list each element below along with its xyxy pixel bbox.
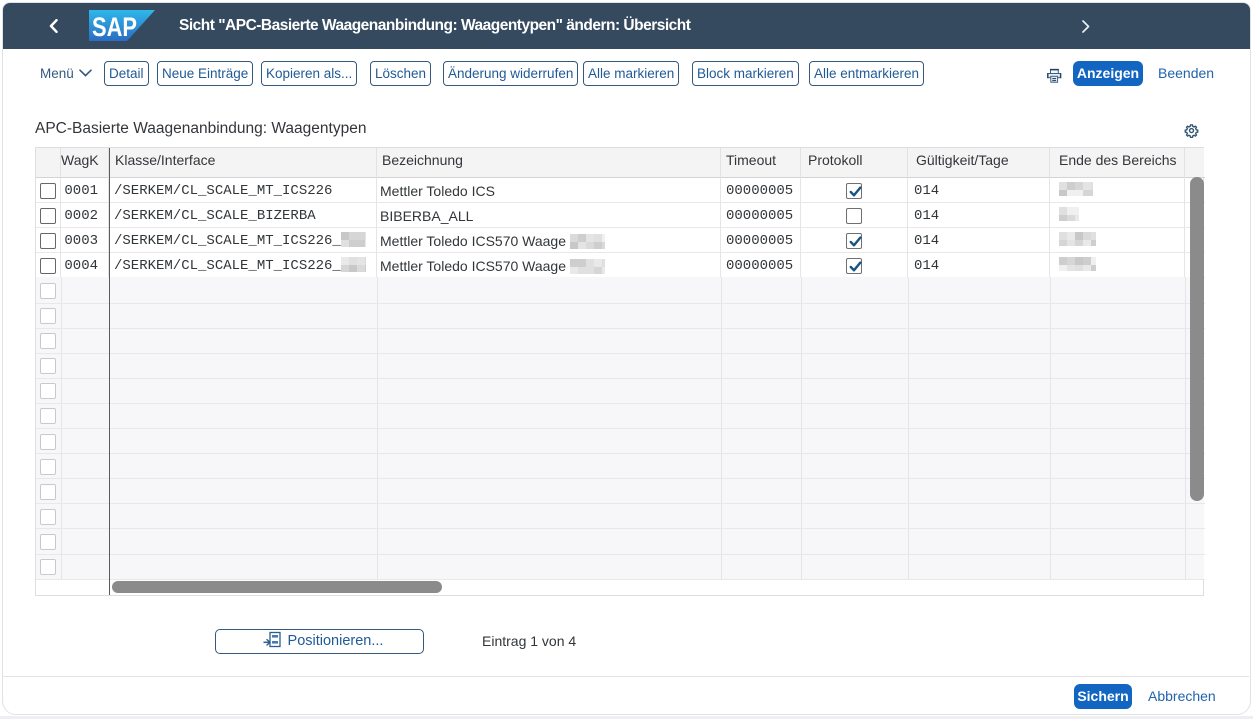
- svg-text:SAP: SAP: [92, 12, 137, 41]
